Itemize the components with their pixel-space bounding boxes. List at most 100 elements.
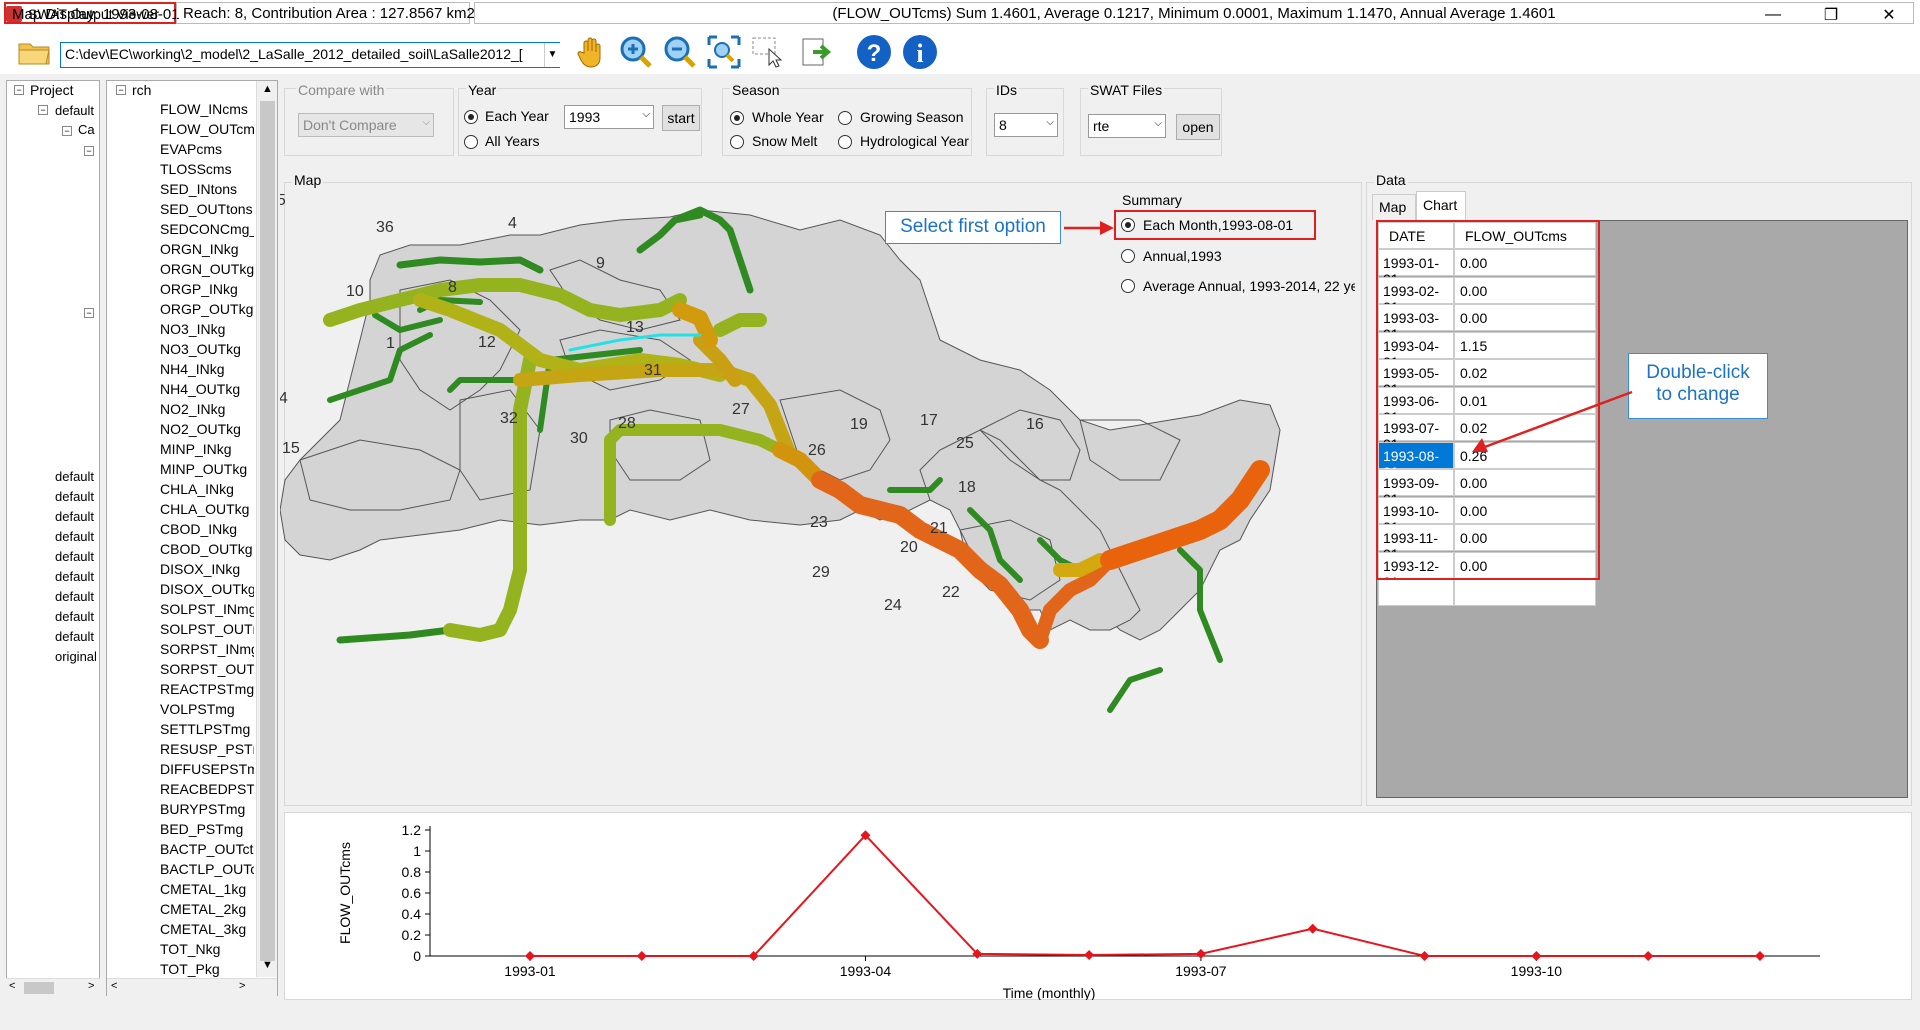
variable-tree-item[interactable]: REACBEDPSTr [160, 781, 254, 797]
variable-tree-item[interactable]: NO2_OUTkg [160, 421, 254, 437]
empty-cell[interactable] [1454, 579, 1596, 606]
path-dropdown-arrow[interactable]: ▼ [544, 43, 560, 67]
swat-files-select[interactable]: rte ⌵ [1088, 114, 1166, 138]
variable-tree-item[interactable]: NO3_OUTkg [160, 341, 254, 357]
scroll-up-icon[interactable]: ▲ [262, 83, 273, 95]
variable-tree-item[interactable]: DIFFUSEPSTm [160, 761, 254, 777]
scroll-down-icon[interactable]: ▼ [262, 959, 273, 971]
data-point[interactable] [1307, 923, 1318, 934]
data-point[interactable] [1195, 948, 1206, 959]
variable-tree-item[interactable]: ORGP_OUTkg [160, 301, 254, 317]
tab-map[interactable]: Map [1372, 194, 1416, 220]
variable-tree-item[interactable]: CHLA_OUTkg [160, 501, 254, 517]
project-tree-item[interactable]: default [55, 609, 94, 624]
each-year-radio[interactable] [464, 110, 478, 124]
variable-tree-item[interactable]: BACTLP_OUTc [160, 861, 254, 877]
variable-tree-item[interactable]: BED_PSTmg [160, 821, 254, 837]
variable-tree-item[interactable]: TOT_Pkg [160, 961, 254, 977]
project-path-input[interactable]: C:\dev\EC\working\2_model\2_LaSalle_2012… [60, 42, 560, 68]
flow-chart[interactable]: 0 0.2 0.4 0.6 0.8 1 1.2 1993-01 1993-04 1993-07 19… [284, 812, 1912, 1000]
open-button[interactable]: open [1176, 114, 1220, 140]
variable-tree-vscroll[interactable]: ▲ ▼ [256, 81, 277, 977]
variable-tree-item[interactable]: NO2_INkg [160, 401, 254, 417]
data-point[interactable] [1531, 951, 1542, 961]
growing-season-radio[interactable] [838, 111, 852, 125]
variable-tree-item[interactable]: BURYPSTmg [160, 801, 254, 817]
variable-tree[interactable] [106, 80, 278, 996]
collapse-toggle-icon[interactable]: − [84, 146, 94, 156]
average-annual-radio[interactable] [1121, 279, 1135, 293]
variable-tree-item[interactable]: CBOD_INkg [160, 521, 254, 537]
scroll-left-icon[interactable]: < [111, 980, 117, 992]
variable-tree-item[interactable]: MINP_INkg [160, 441, 254, 457]
project-tree-item[interactable]: Project [30, 82, 74, 98]
data-point[interactable] [1643, 951, 1654, 961]
variable-tree-item[interactable]: SED_INtons [160, 181, 254, 197]
table-new-row[interactable] [1378, 579, 1596, 606]
variable-tree-item[interactable]: TOT_Nkg [160, 941, 254, 957]
scroll-right-icon[interactable]: > [88, 980, 94, 992]
project-tree-item[interactable]: default [55, 103, 94, 118]
variable-tree-item[interactable]: SORPST_INmg [160, 641, 254, 657]
all-years-radio[interactable] [464, 135, 478, 149]
project-tree-item[interactable]: default [55, 509, 94, 524]
export-icon[interactable] [798, 34, 834, 70]
project-tree-item[interactable]: default [55, 629, 94, 644]
info-icon[interactable]: i [902, 34, 938, 70]
project-tree-item[interactable]: default [55, 469, 94, 484]
project-tree-item[interactable]: original [55, 649, 97, 664]
rch-root-node[interactable]: rch [132, 82, 151, 98]
hydrological-year-radio[interactable] [838, 135, 852, 149]
scroll-thumb[interactable] [260, 101, 275, 961]
variable-tree-item[interactable]: SED_OUTtons [160, 201, 254, 217]
variable-tree-item[interactable]: FLOW_INcms [160, 101, 254, 117]
variable-tree-item[interactable]: CHLA_INkg [160, 481, 254, 497]
project-tree-item[interactable]: default [55, 589, 94, 604]
variable-tree-item[interactable]: CMETAL_1kg [160, 881, 254, 897]
project-tree-hscroll[interactable]: < > [6, 978, 100, 996]
scroll-right-icon[interactable]: > [239, 980, 245, 992]
year-select[interactable]: 1993 ⌵ [564, 105, 654, 129]
start-button[interactable]: start [662, 105, 700, 131]
scroll-thumb[interactable] [24, 982, 54, 994]
variable-tree-item[interactable]: EVAPcms [160, 141, 254, 157]
select-pointer-icon[interactable] [750, 34, 786, 70]
variable-tree-item[interactable]: SORPST_OUTr [160, 661, 254, 677]
annual-radio[interactable] [1121, 249, 1135, 263]
zoom-in-icon[interactable] [618, 34, 654, 70]
snow-melt-radio[interactable] [730, 135, 744, 149]
variable-tree-item[interactable]: NH4_OUTkg [160, 381, 254, 397]
data-point[interactable] [1419, 951, 1430, 961]
project-tree-item[interactable]: default [55, 569, 94, 584]
variable-tree-item[interactable]: VOLPSTmg [160, 701, 254, 717]
project-tree-item[interactable]: Ca [78, 122, 95, 137]
variable-tree-item[interactable]: MINP_OUTkg [160, 461, 254, 477]
collapse-toggle-icon[interactable]: − [84, 308, 94, 318]
open-folder-icon[interactable] [16, 34, 52, 70]
variable-tree-hscroll[interactable]: < > [107, 978, 277, 996]
variable-tree-item[interactable]: SOLPST_OUTn [160, 621, 254, 637]
collapse-toggle-icon[interactable]: − [38, 105, 48, 115]
zoom-out-icon[interactable] [662, 34, 698, 70]
variable-tree-item[interactable]: ORGN_INkg [160, 241, 254, 257]
collapse-toggle-icon[interactable]: − [62, 126, 72, 136]
variable-tree-item[interactable]: REACTPSTmg [160, 681, 254, 697]
variable-tree-item[interactable]: RESUSP_PSTn [160, 741, 254, 757]
variable-tree-item[interactable]: CBOD_OUTkg [160, 541, 254, 557]
project-tree-item[interactable]: default [55, 489, 94, 504]
variable-tree-item[interactable]: CMETAL_2kg [160, 901, 254, 917]
ids-select[interactable]: 8 ⌵ [994, 113, 1058, 137]
scroll-left-icon[interactable]: < [9, 980, 15, 992]
data-point[interactable] [1755, 951, 1765, 961]
variable-tree-item[interactable]: NO3_INkg [160, 321, 254, 337]
collapse-toggle-icon[interactable]: − [116, 85, 126, 95]
help-icon[interactable]: ? [856, 34, 892, 70]
variable-tree-item[interactable]: ORGP_INkg [160, 281, 254, 297]
variable-tree-item[interactable]: ORGN_OUTkg [160, 261, 254, 277]
data-point[interactable] [525, 951, 535, 961]
collapse-toggle-icon[interactable]: − [14, 85, 24, 95]
zoom-extent-icon[interactable] [706, 34, 742, 70]
variable-tree-item[interactable]: NH4_INkg [160, 361, 254, 377]
project-tree-item[interactable]: default [55, 529, 94, 544]
empty-cell[interactable] [1378, 579, 1454, 606]
